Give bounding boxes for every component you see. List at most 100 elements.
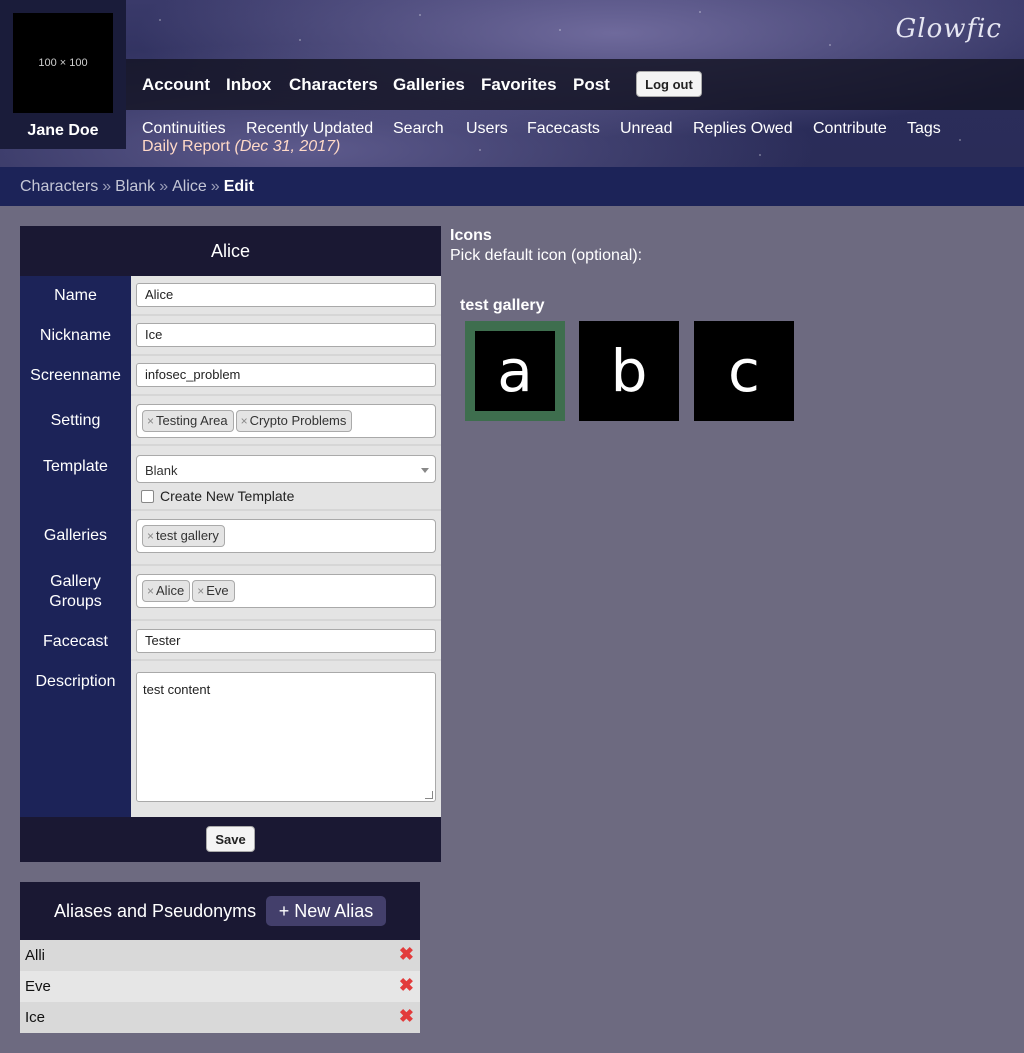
tag-remove-icon[interactable]: ×	[241, 414, 248, 428]
alias-row: Alli ✖	[20, 940, 420, 971]
gallery-tag: × test gallery	[142, 525, 225, 547]
aliases-title: Aliases and Pseudonyms	[54, 901, 257, 921]
subnav-search[interactable]: Search	[393, 120, 444, 138]
name-field[interactable]: Alice	[136, 283, 436, 307]
subnav-unread[interactable]: Unread	[620, 120, 672, 138]
setting-tag: × Testing Area	[142, 410, 234, 432]
icon-tile-selected[interactable]: a	[465, 321, 565, 421]
create-new-template-checkbox[interactable]	[141, 490, 154, 503]
subnav-users[interactable]: Users	[466, 120, 508, 138]
setting-tag: × Crypto Problems	[235, 410, 353, 432]
gallery-groups-label: Gallery Groups	[20, 572, 131, 612]
breadcrumb-separator: »	[210, 178, 220, 195]
aliases-panel: Aliases and Pseudonyms + New Alias Alli …	[20, 882, 420, 1033]
screenname-label: Screenname	[30, 367, 121, 384]
description-textarea[interactable]: test content	[136, 672, 436, 802]
delete-icon[interactable]: ✖	[399, 976, 414, 994]
delete-icon[interactable]: ✖	[399, 1007, 414, 1025]
nav-favorites[interactable]: Favorites	[481, 75, 557, 95]
daily-report-date: (Dec 31, 2017)	[234, 138, 341, 155]
nav-account[interactable]: Account	[142, 75, 210, 95]
tag-remove-icon[interactable]: ×	[147, 584, 154, 598]
tag-remove-icon[interactable]: ×	[197, 584, 204, 598]
setting-label: Setting	[50, 412, 101, 429]
alias-row: Ice ✖	[20, 1002, 420, 1033]
row-divider	[131, 444, 441, 446]
row-divider	[131, 394, 441, 396]
icon-tile[interactable]: b	[579, 321, 679, 421]
alias-name: Eve	[25, 978, 51, 995]
icon-image: a	[475, 331, 555, 411]
gallery-groups-tag-input[interactable]: × Alice × Eve	[136, 574, 436, 608]
nickname-field[interactable]: Ice	[136, 323, 436, 347]
save-button[interactable]: Save	[206, 826, 255, 852]
main-nav: Account Inbox Characters Galleries Favor…	[126, 59, 1024, 110]
gallery-group-tag: × Eve	[192, 580, 235, 602]
tag-label: Crypto Problems	[249, 413, 347, 428]
logout-button[interactable]: Log out	[636, 71, 702, 97]
facecast-label: Facecast	[43, 633, 108, 650]
galleries-tag-input[interactable]: × test gallery	[136, 519, 436, 553]
row-divider	[131, 509, 441, 511]
description-label: Description	[35, 673, 116, 690]
template-label: Template	[43, 458, 108, 475]
user-box: 100 × 100 Jane Doe	[0, 0, 126, 149]
breadcrumb-template[interactable]: Blank	[115, 178, 155, 195]
breadcrumb-separator: »	[102, 178, 112, 195]
tag-label: Eve	[206, 583, 229, 598]
setting-tag-input[interactable]: × Testing Area × Crypto Problems	[136, 404, 436, 438]
character-edit-form: Alice Name Nickname Screenname Setting T…	[20, 226, 441, 862]
gallery-groups-label-line1: Gallery	[50, 573, 101, 590]
form-title: Alice	[210, 240, 250, 261]
nav-inbox[interactable]: Inbox	[226, 75, 271, 95]
tag-remove-icon[interactable]: ×	[147, 414, 154, 428]
nav-galleries[interactable]: Galleries	[393, 75, 465, 95]
breadcrumb-characters[interactable]: Characters	[20, 178, 98, 195]
template-select[interactable]: Blank	[136, 455, 436, 483]
breadcrumb: Characters» Blank» Alice» Edit	[0, 167, 1024, 206]
gallery-group-tag: × Alice	[142, 580, 191, 602]
row-divider	[131, 659, 441, 661]
subnav-recently-updated[interactable]: Recently Updated	[246, 120, 373, 138]
create-new-template-label: Create New Template	[160, 488, 295, 504]
subnav-continuities[interactable]: Continuities	[142, 120, 226, 138]
screenname-field[interactable]: infosec_problem	[136, 363, 436, 387]
icons-heading: Icons	[450, 227, 492, 244]
facecast-field[interactable]: Tester	[136, 629, 436, 653]
delete-icon[interactable]: ✖	[399, 945, 414, 963]
daily-report-link[interactable]: Daily Report (Dec 31, 2017)	[142, 138, 340, 156]
row-divider	[131, 314, 441, 316]
avatar[interactable]: 100 × 100	[13, 13, 113, 113]
nickname-label: Nickname	[39, 327, 112, 344]
new-alias-button[interactable]: + New Alias	[266, 896, 386, 926]
tag-label: Testing Area	[156, 413, 228, 428]
daily-report-label: Daily Report	[142, 138, 231, 155]
breadcrumb-current: Edit	[223, 178, 254, 195]
subnav-replies-owed[interactable]: Replies Owed	[693, 120, 793, 138]
resize-handle-icon[interactable]	[425, 791, 433, 799]
breadcrumb-separator: »	[159, 178, 169, 195]
form-field-column: Alice Ice infosec_problem × Testing Area ×…	[131, 276, 441, 817]
breadcrumb-character[interactable]: Alice	[172, 178, 207, 195]
subnav-facecasts[interactable]: Facecasts	[527, 120, 600, 138]
galleries-label: Galleries	[43, 527, 108, 544]
gallery-groups-label-line2: Groups	[49, 593, 102, 610]
alias-row: Eve ✖	[20, 971, 420, 1002]
name-label: Name	[54, 287, 97, 304]
icons-hint: Pick default icon (optional):	[450, 247, 643, 264]
username[interactable]: Jane Doe	[0, 122, 126, 140]
site-header: 100 × 100 Jane Doe Glowfic Account Inbox…	[0, 0, 1024, 167]
subnav-contribute[interactable]: Contribute	[813, 120, 887, 138]
gallery-name: test gallery	[460, 297, 545, 314]
alias-name: Alli	[25, 947, 46, 964]
icon-tile[interactable]: c	[694, 321, 794, 421]
form-label-column: Name Nickname Screenname Setting Templat…	[20, 276, 131, 817]
template-selected-value: Blank	[145, 463, 178, 478]
site-logo[interactable]: Glowfic	[896, 14, 1003, 44]
subnav-tags[interactable]: Tags	[907, 120, 941, 138]
nav-characters[interactable]: Characters	[289, 75, 378, 95]
tag-remove-icon[interactable]: ×	[147, 529, 154, 543]
nav-post[interactable]: Post	[573, 75, 610, 95]
alias-name: Ice	[25, 1009, 46, 1026]
chevron-down-icon	[421, 468, 429, 473]
